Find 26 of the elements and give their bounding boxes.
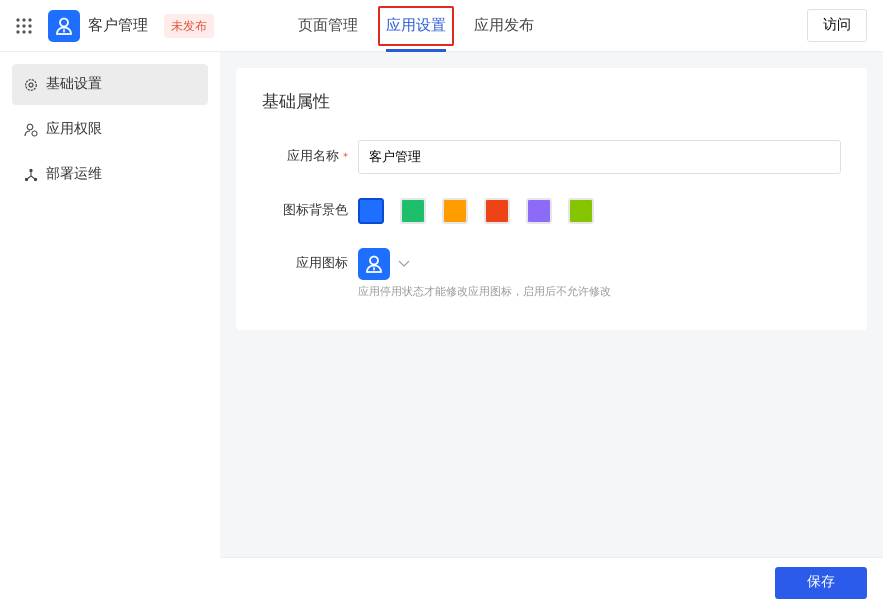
nodes-icon — [24, 168, 38, 182]
sidebar-item[interactable]: 应用权限 — [12, 109, 208, 150]
sidebar-item[interactable]: 部署运维 — [12, 154, 208, 195]
section-title: 基础属性 — [262, 91, 331, 114]
app-name: 客户管理 — [88, 15, 148, 36]
app-icon-picker[interactable] — [358, 248, 390, 280]
sidebar-item[interactable]: 基础设置 — [12, 64, 208, 105]
visit-button[interactable]: 访问 — [807, 9, 867, 42]
color-swatch[interactable] — [358, 198, 384, 224]
field-label: 应用图标 — [295, 254, 349, 273]
status-badge: 未发布 — [164, 14, 214, 38]
chevron-down-icon[interactable] — [398, 260, 410, 267]
field-label: 应用名称 — [287, 148, 339, 164]
apps-grid-icon[interactable] — [16, 18, 32, 34]
nav-tab[interactable]: 应用发布 — [460, 0, 548, 52]
app-name-input[interactable]: 客户管理 — [358, 140, 841, 174]
required-mark: * — [343, 152, 348, 163]
hint-text: 应用停用状态才能修改应用图标，启用后不允许修改 — [358, 284, 612, 300]
nav-tab[interactable]: 应用设置 — [372, 0, 460, 52]
gear-icon — [24, 78, 38, 92]
person-icon — [54, 16, 74, 36]
save-button[interactable]: 保存 — [775, 566, 867, 598]
person-icon — [364, 254, 384, 274]
field-label: 图标背景色 — [282, 202, 349, 220]
user-icon — [24, 122, 38, 136]
nav-tab[interactable]: 页面管理 — [284, 0, 372, 52]
